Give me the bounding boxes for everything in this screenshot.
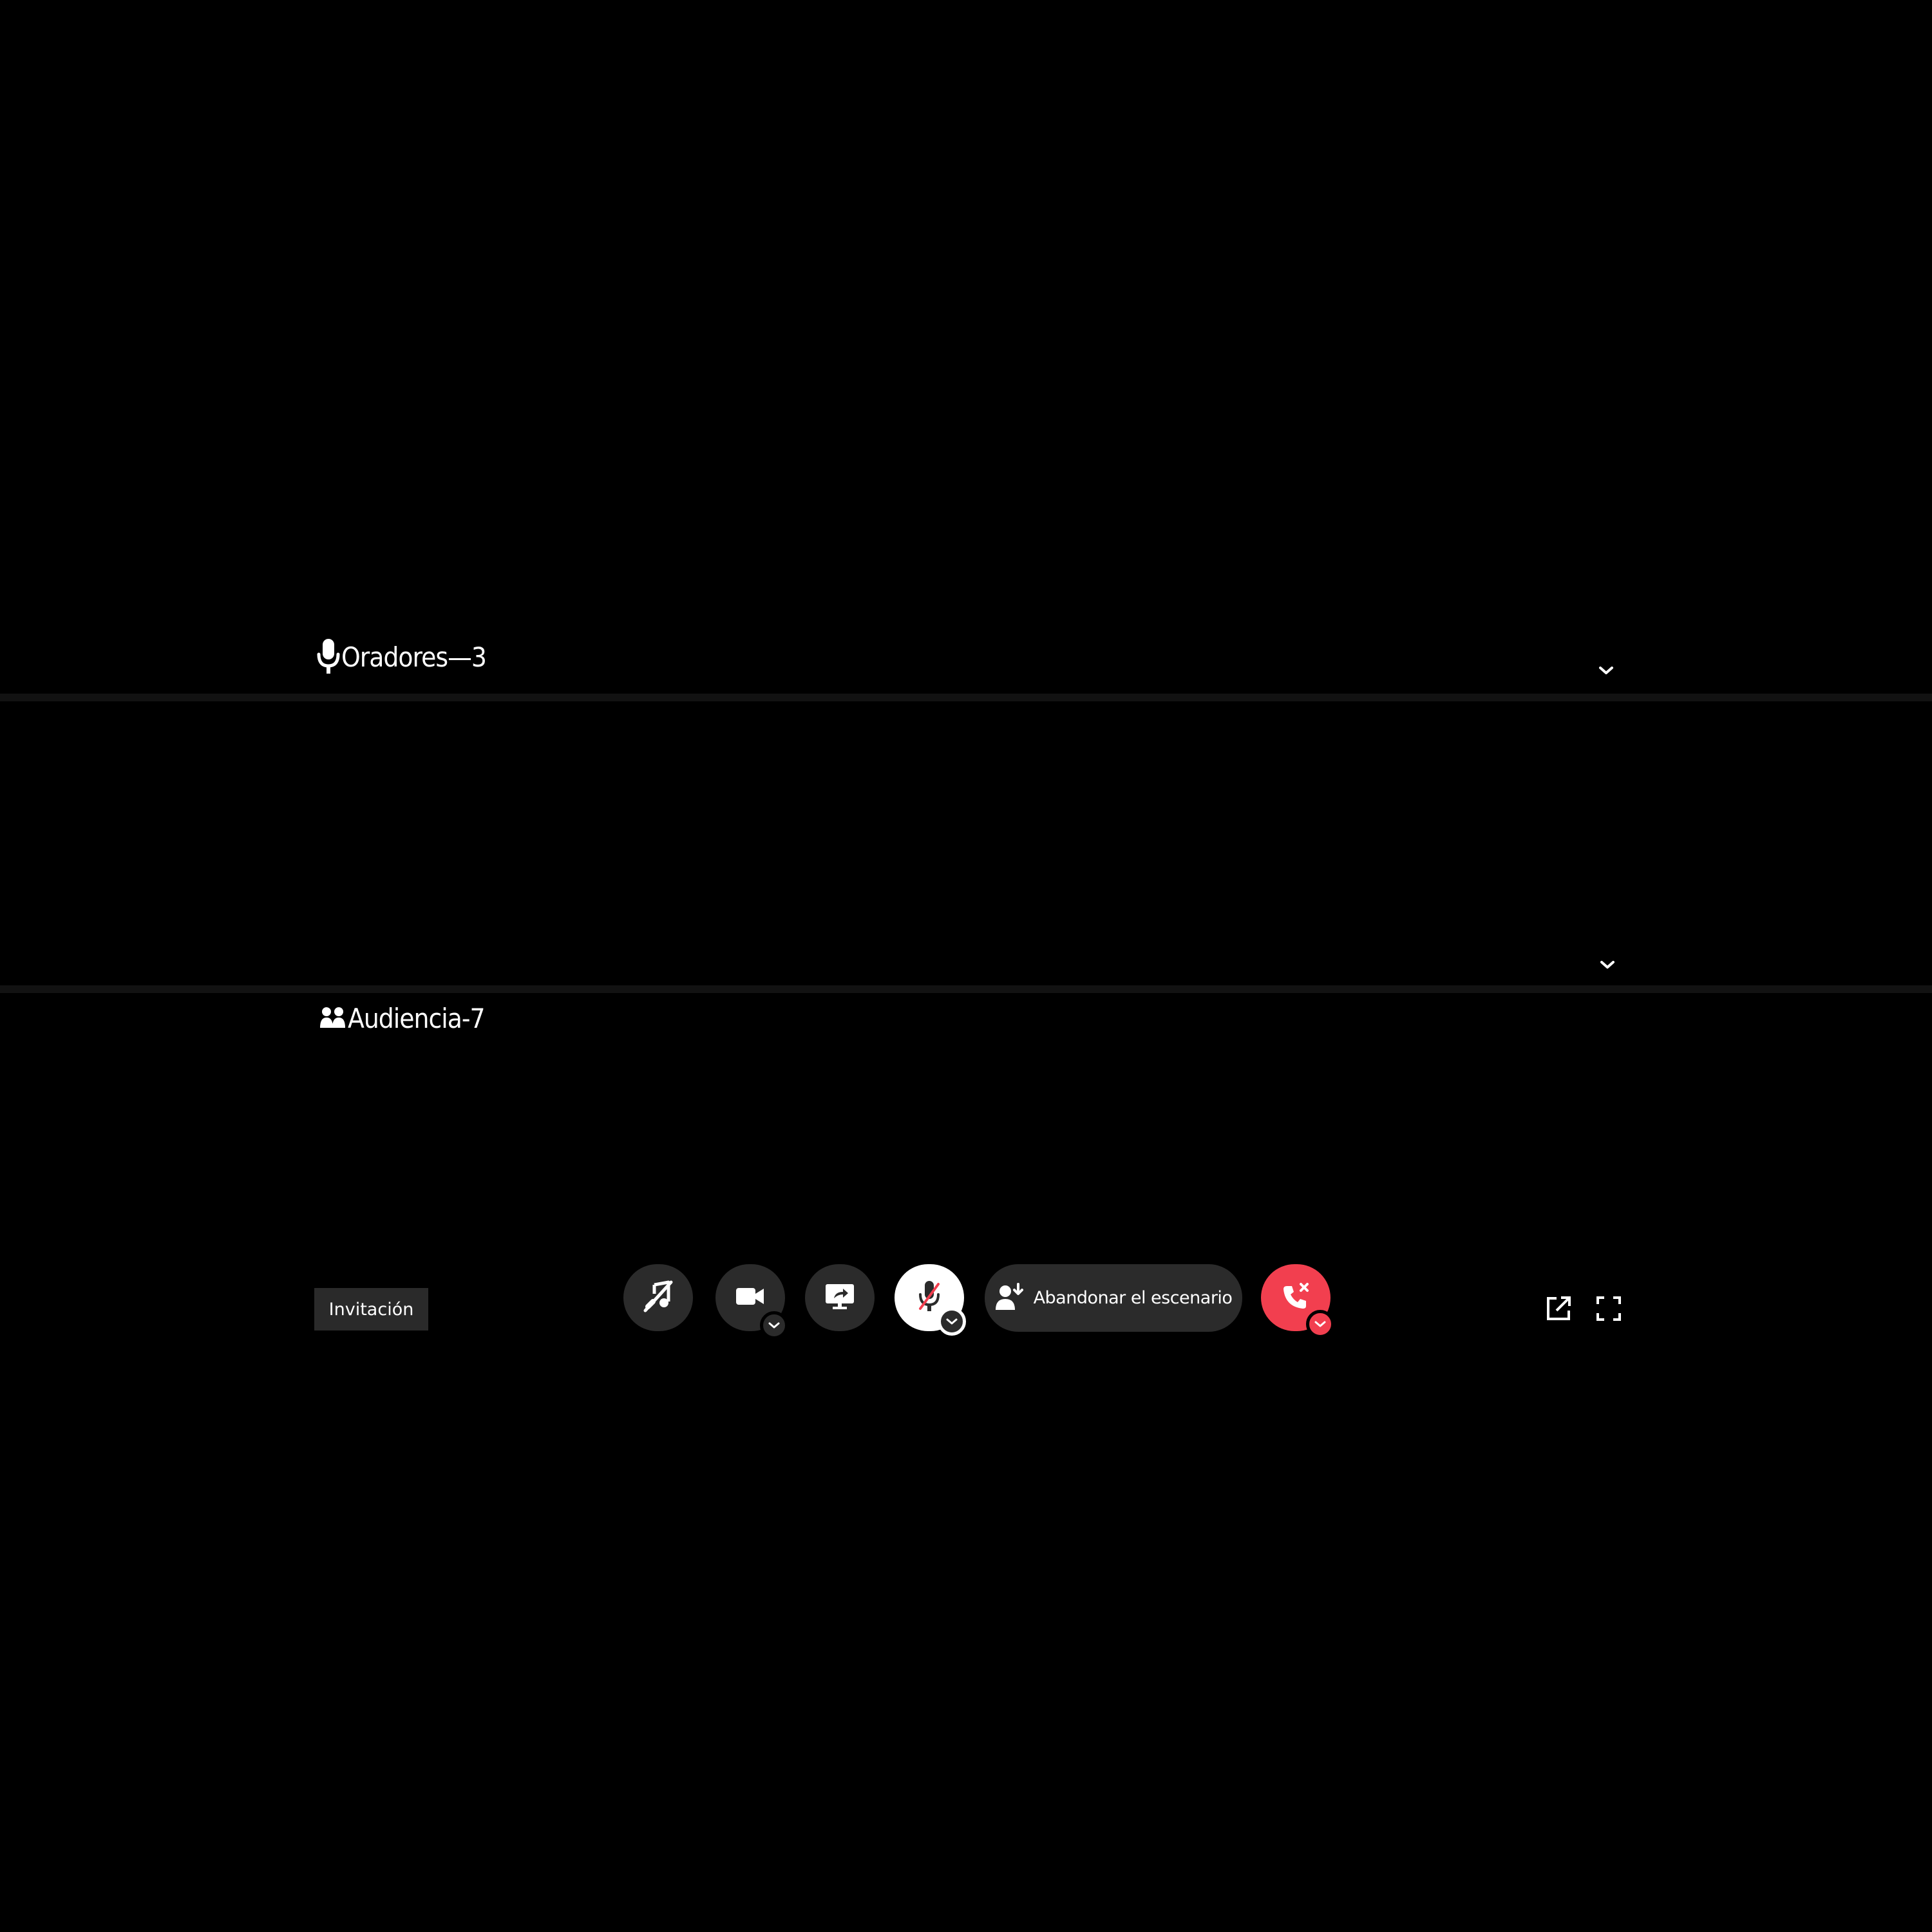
leave-stage-button[interactable]: Abandonar el escenario	[985, 1264, 1242, 1332]
microphone-options-button[interactable]	[938, 1307, 966, 1336]
speakers-collapse-toggle[interactable]	[1596, 661, 1616, 682]
section-divider	[0, 985, 1932, 993]
screen-share-icon	[825, 1283, 855, 1312]
pop-out-icon	[1546, 1296, 1571, 1324]
camera-options-button[interactable]	[760, 1311, 788, 1340]
speakers-title: Oradores—3	[341, 641, 487, 673]
pop-out-button[interactable]	[1544, 1296, 1573, 1324]
leave-stage-label: Abandonar el escenario	[1033, 1288, 1233, 1308]
chevron-down-icon	[946, 1316, 958, 1328]
section-divider	[0, 694, 1932, 701]
chevron-down-icon	[1600, 960, 1615, 972]
soundboard-off-icon	[640, 1278, 676, 1317]
people-icon	[319, 1005, 346, 1033]
microphone-icon	[317, 638, 340, 677]
soundboard-button[interactable]	[623, 1264, 693, 1331]
chevron-down-icon	[1314, 1318, 1326, 1331]
video-camera-icon	[735, 1285, 765, 1310]
chevron-down-icon	[1598, 665, 1614, 678]
hang-up-phone-icon	[1280, 1281, 1311, 1314]
fullscreen-icon	[1596, 1296, 1622, 1324]
audience-collapse-toggle[interactable]	[1597, 956, 1618, 976]
leave-stage-icon	[995, 1282, 1023, 1314]
audience-title: Audiencia-7	[348, 1003, 486, 1034]
screen-share-button[interactable]	[805, 1264, 875, 1331]
audience-header: Audiencia-7	[319, 1003, 486, 1034]
chevron-down-icon	[768, 1320, 780, 1332]
microphone-muted-icon	[916, 1279, 942, 1316]
disconnect-options-button[interactable]	[1306, 1310, 1334, 1338]
speakers-header: Oradores—3	[317, 638, 487, 677]
invite-button[interactable]: Invitación	[314, 1288, 428, 1331]
fullscreen-button[interactable]	[1595, 1296, 1623, 1324]
